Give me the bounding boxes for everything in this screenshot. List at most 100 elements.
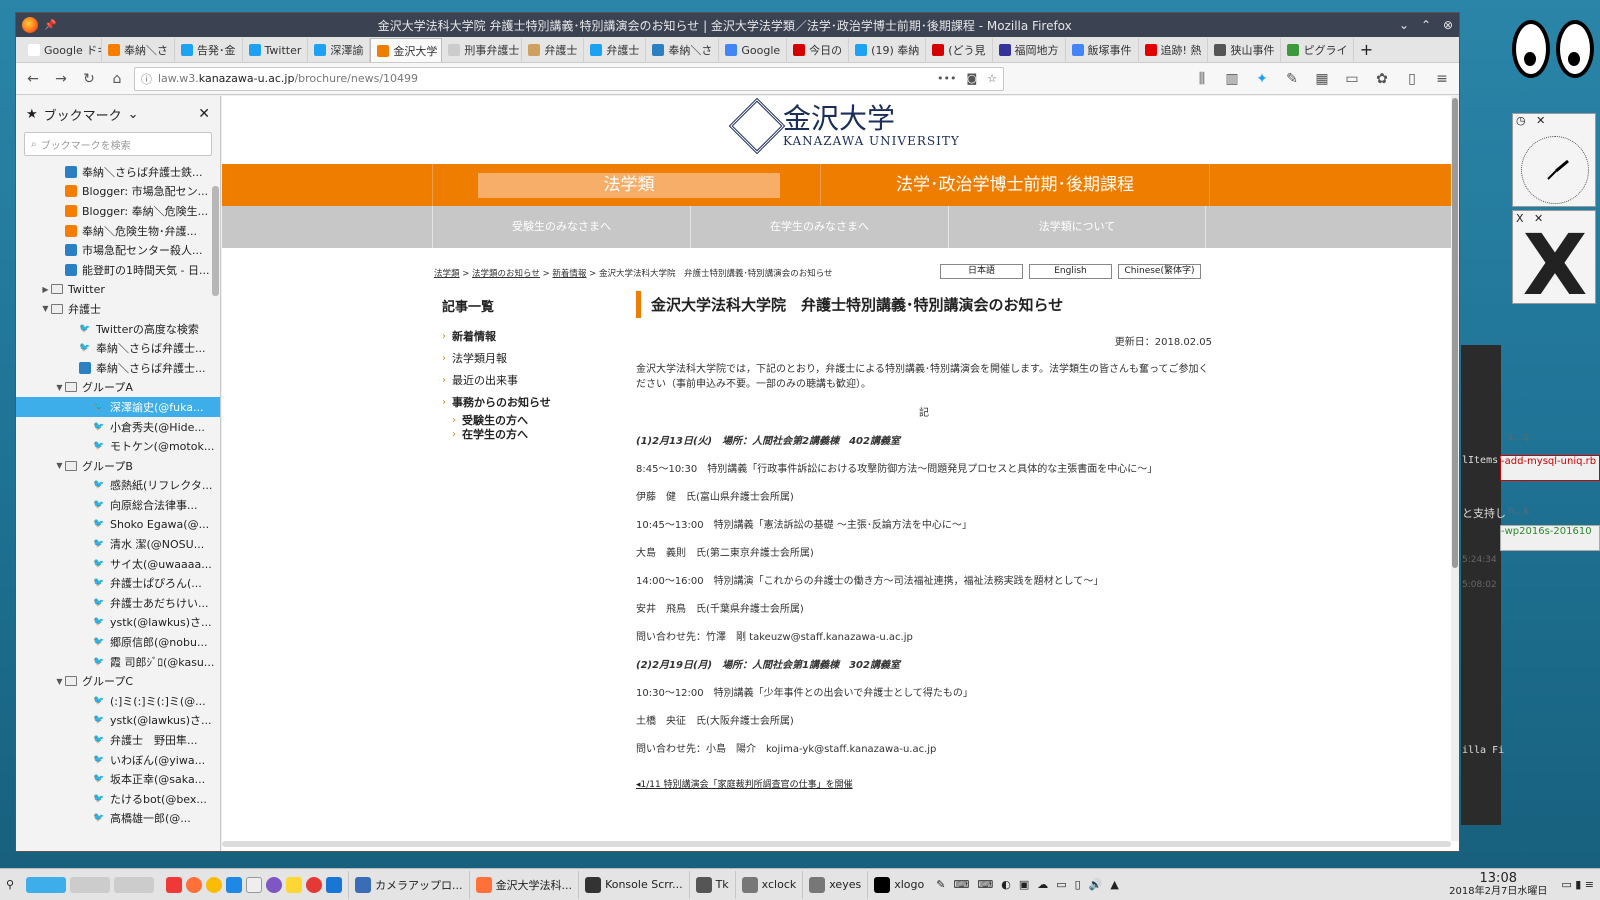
bookmark-item[interactable]: 🐦 坂本正幸(@saka... [16, 769, 220, 789]
tab-0[interactable]: Google ドキ [22, 38, 102, 62]
minimize-icon[interactable]: ⌄ [1393, 18, 1415, 32]
bookmark-folder[interactable]: ▼ グループA [16, 378, 220, 398]
new-tab-button[interactable]: + [1354, 38, 1378, 62]
tab-12[interactable]: (19) 奉納 [849, 38, 927, 62]
menu-item[interactable]: › 法学類月報 [442, 347, 622, 369]
bookmark-item[interactable]: Blogger: 市場急配セン... [16, 182, 220, 202]
bookmark-item[interactable]: 🐦 霞 司郎ｼﾞﾛ(@kasu... [16, 652, 220, 672]
tab-1[interactable]: 奉納＼さ [102, 38, 175, 62]
taskbar-window[interactable]: カメラアップロ... [348, 870, 469, 899]
sidebar-header[interactable]: ★ ブックマーク ⌄ ✕ [16, 96, 220, 132]
edit-extension-icon[interactable]: ✎ [1281, 68, 1303, 90]
tray-icon[interactable]: ⌨ [977, 878, 993, 891]
breadcrumb-link[interactable]: 法学類 [434, 269, 460, 279]
maximize-icon[interactable]: ⌃ [1415, 18, 1437, 32]
expand-toggle-icon[interactable]: ▼ [54, 461, 65, 470]
menu-item[interactable]: › 最近の出来事 [442, 369, 622, 391]
chevron-down-icon[interactable]: ⌄ [128, 107, 139, 122]
taskbar-window[interactable]: xeyes [802, 870, 867, 899]
tab-17[interactable]: 狭山事件 [1208, 38, 1282, 62]
menu-icon[interactable]: ≡ [1431, 68, 1453, 90]
notes-icon[interactable] [286, 876, 303, 893]
tray-icon[interactable]: ✎ [936, 878, 945, 891]
tab-10[interactable]: Google [719, 38, 788, 62]
tab-3[interactable]: Twitter [243, 38, 309, 62]
text-editor-icon[interactable] [246, 876, 263, 893]
tab-9[interactable]: 奉納＼さ [646, 38, 720, 62]
expand-toggle-icon[interactable]: ▶ [40, 285, 51, 294]
home-icon[interactable]: ⌂ [106, 68, 128, 90]
pin-icon[interactable]: 📌 [44, 20, 56, 31]
bookmark-item[interactable]: 🐦 (:]ミ(:]ミ(:]ミ(@... [16, 691, 220, 711]
bookmark-item[interactable]: 🐦 たけるbot(@bex... [16, 789, 220, 809]
bookmark-search-input[interactable]: ⌕ ブックマークを検索 [24, 132, 212, 156]
xclock-window[interactable]: ◷ ✕ [1512, 113, 1596, 207]
sidebar-icon[interactable]: ▥ [1221, 68, 1243, 90]
tab-2[interactable]: 告発･金 [175, 38, 243, 62]
bookmark-item[interactable]: 🐦 感熱紙(リフレクタ... [16, 476, 220, 496]
bookmark-item[interactable]: 奉納＼さらば弁護士鉄... [16, 162, 220, 182]
tab-5[interactable]: 金沢大学✕ [370, 38, 443, 62]
breadcrumb-link[interactable]: 法学類のお知らせ [472, 269, 540, 279]
tab-4[interactable]: 深澤諭 [308, 38, 371, 62]
bookmark-item[interactable]: 能登町の1時間天気 - 日... [16, 260, 220, 280]
firefox-launcher-icon[interactable] [186, 876, 203, 893]
tab-14[interactable]: 福岡地方 [993, 38, 1066, 62]
taskbar-window[interactable]: Tk [688, 870, 735, 899]
bookmark-item[interactable]: 🐦 弁護士ぱぴろん(... [16, 573, 220, 593]
bookmark-item[interactable]: 🐦 Twitterの高度な検索 [16, 319, 220, 339]
xlogo-window[interactable]: X ✕ X [1512, 210, 1596, 304]
bookmark-item[interactable]: 🐦 奉納＼さらば弁護士... [16, 338, 220, 358]
extension-icon[interactable]: ▦ [1311, 68, 1333, 90]
screenshot-icon[interactable]: ▭ [1341, 68, 1363, 90]
bookmark-item[interactable]: 🐦 ystk(@lawkus)さ... [16, 711, 220, 731]
page-scrollbar[interactable] [1451, 96, 1459, 841]
university-logo[interactable]: 金沢大学 KANAZAWA UNIVERSITY [728, 97, 960, 155]
lang-japanese[interactable]: 日本語 [940, 264, 1023, 279]
bookmark-star-icon[interactable]: ☆ [987, 72, 997, 85]
clipboard-icon[interactable]: ▯ [1401, 68, 1423, 90]
expand-toggle-icon[interactable]: ▼ [54, 383, 65, 392]
alarm-icon[interactable] [306, 876, 323, 893]
tab-11[interactable]: 今日の [787, 38, 850, 62]
bookmark-item[interactable]: 🐦 向原総合法律事... [16, 495, 220, 515]
nav-about[interactable]: 法学類について [948, 206, 1206, 248]
tab-7[interactable]: 弁護士 [522, 38, 585, 62]
taskbar-window[interactable]: Konsole Scrr... [578, 870, 689, 899]
document-icon[interactable] [326, 876, 343, 893]
tab-16[interactable]: 追跡! 熱 [1139, 38, 1209, 62]
sidebar-scrollbar[interactable] [212, 186, 219, 296]
bookmark-item[interactable]: 🐦 深澤諭史(@fuka... [16, 397, 220, 417]
menu-subitem[interactable]: › 在学生の方へ [442, 427, 622, 441]
tray-icon[interactable]: ▣ [1019, 878, 1029, 891]
nav-law-faculty[interactable]: 法学類 [478, 173, 780, 198]
taskbar-clock[interactable]: 13:08 2018年2月7日水曜日 [1441, 872, 1555, 898]
volume-icon[interactable]: 🔊 [1089, 878, 1103, 891]
app-icon[interactable] [226, 876, 243, 893]
bookmark-item[interactable]: Blogger: 奉納＼危険生... [16, 201, 220, 221]
evernote-icon[interactable]: ✿ [1371, 68, 1393, 90]
library-icon[interactable]: ⫼ [1191, 68, 1213, 90]
tab-18[interactable]: ピグライ [1281, 38, 1355, 62]
bookmark-item[interactable]: 🐦 小倉秀夫(@Hide... [16, 417, 220, 437]
nav-graduate-course[interactable]: 法学･政治学博士前期･後期課程 [820, 164, 1210, 206]
window-titlebar[interactable]: 📌 金沢大学法科大学院 弁護士特別講義･特別講演会のお知らせ | 金沢大学法学類… [16, 13, 1459, 37]
expand-tray-icon[interactable]: ▲ [1110, 878, 1118, 891]
bookmark-folder[interactable]: ▼ グループC [16, 671, 220, 691]
tray-icon[interactable]: ◐ [1001, 878, 1011, 891]
bookmark-item[interactable]: 🐦 サイ太(@uwaaaa... [16, 554, 220, 574]
chrome-icon[interactable] [206, 876, 223, 893]
desktop-pager[interactable] [20, 871, 160, 899]
keyboard-icon[interactable]: ⌨ [953, 878, 969, 891]
bookmark-item[interactable]: 🐦 郷原信郎(@nobu... [16, 632, 220, 652]
bookmark-folder[interactable]: ▶ Twitter [16, 280, 220, 300]
nav-students[interactable]: 在学生のみなさまへ [690, 206, 948, 248]
bookmark-item[interactable]: 🐦 モトケン(@motok... [16, 436, 220, 456]
bookmark-item[interactable]: 🐦 Shoko Egawa(@... [16, 515, 220, 535]
bookmark-item[interactable]: 🐦 清水 潔(@NOSU... [16, 534, 220, 554]
show-desktop-icon[interactable]: ▭ ▮ ≡ [1555, 871, 1600, 899]
prev-article-link[interactable]: ◂1/11 特別講演会「家庭裁判所調査官の仕事」を開催 [636, 777, 1212, 790]
url-bar[interactable]: ⓘ law.w3.kanazawa-u.ac.jp/brochure/news/… [134, 66, 1004, 91]
bookmark-item[interactable]: 奉納＼さらば弁護士... [16, 358, 220, 378]
bookmark-item[interactable]: 🐦 いわぼん(@yiwa... [16, 750, 220, 770]
